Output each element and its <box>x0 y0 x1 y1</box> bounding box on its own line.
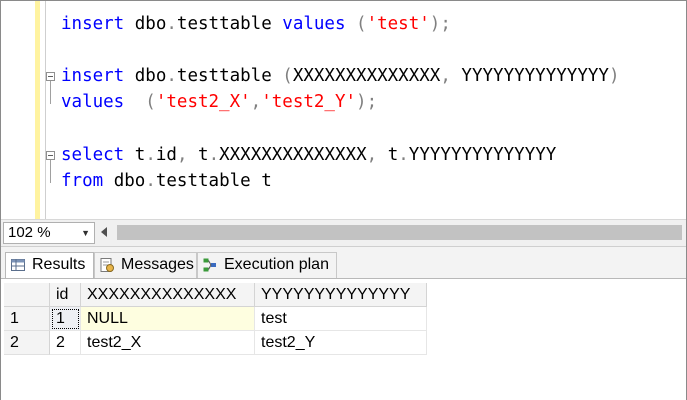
code-token: dbo <box>113 171 146 191</box>
fold-guide <box>50 160 51 183</box>
code-token: values <box>282 14 346 34</box>
code-token: testtable t <box>155 171 272 191</box>
fold-guide <box>50 81 51 104</box>
code-token: insert <box>61 66 125 86</box>
code-token: ( <box>282 66 293 86</box>
code-token: dbo <box>134 14 167 34</box>
gutter-divider <box>45 1 46 219</box>
code-token: dbo <box>134 66 167 86</box>
code-line[interactable]: select t.id, t.XXXXXXXXXXXXXX, t.YYYYYYY… <box>61 143 556 167</box>
code-line[interactable]: values ('test2_X','test2_Y'); <box>61 90 377 114</box>
grid-cell[interactable]: NULL <box>81 307 255 331</box>
grid-cell[interactable]: 1 <box>50 307 81 331</box>
code-token: YYYYYYYYYYYYYY <box>461 66 609 86</box>
query-editor[interactable]: insert dbo.testtable values ('test'); in… <box>1 1 686 219</box>
code-token: 'test2_X' <box>155 92 251 112</box>
code-token: testtable <box>176 14 283 34</box>
code-token: id <box>155 145 177 165</box>
collapse-icon[interactable] <box>46 151 55 160</box>
grid-cell[interactable]: test2_Y <box>255 331 427 355</box>
code-token: YYYYYYYYYYYYYY <box>408 145 557 165</box>
scrollbar-thumb[interactable] <box>117 225 682 240</box>
tab-execution-plan[interactable]: Execution plan <box>197 252 337 278</box>
code-token: XXXXXXXXXXXXXX <box>219 145 367 165</box>
scroll-left-icon[interactable] <box>101 227 107 237</box>
code-token: , <box>366 145 388 165</box>
messages-icon <box>100 258 114 272</box>
grid-cell[interactable]: test2_X <box>81 331 255 355</box>
code-token: 'test' <box>366 14 430 34</box>
code-token: . <box>208 145 220 165</box>
code-token: . <box>398 145 409 165</box>
code-token: XXXXXXXXXXXXXX <box>292 66 441 86</box>
code-token: , <box>176 145 199 165</box>
code-token: . <box>145 171 156 191</box>
change-tracking-margin <box>35 1 40 219</box>
grid-icon <box>11 259 25 271</box>
tab-results[interactable]: Results <box>5 252 94 278</box>
code-token: 'test2_Y' <box>261 92 357 112</box>
tab-label: Results <box>32 256 86 273</box>
code-token: . <box>166 66 177 86</box>
grid-corner[interactable] <box>4 283 50 307</box>
tab-messages[interactable]: Messages <box>94 252 197 278</box>
code-token: ) <box>608 66 620 86</box>
column-header[interactable]: XXXXXXXXXXXXXX <box>81 283 255 307</box>
code-token: . <box>145 145 156 165</box>
code-token: t <box>387 145 399 165</box>
code-token: ); <box>356 92 378 112</box>
tab-label: Messages <box>121 256 194 273</box>
horizontal-scrollbar[interactable] <box>101 223 684 243</box>
code-token: select <box>61 145 125 165</box>
collapse-icon[interactable] <box>46 72 55 81</box>
code-token: ); <box>429 14 451 34</box>
code-line[interactable]: from dbo.testtable t <box>61 169 272 193</box>
chevron-down-icon: ▼ <box>81 228 90 238</box>
code-token: values <box>61 92 125 112</box>
row-number[interactable]: 2 <box>4 331 50 355</box>
code-token: ( <box>134 92 156 112</box>
tab-label: Execution plan <box>224 256 329 273</box>
code-token: . <box>166 14 177 34</box>
grid-cell[interactable]: test <box>255 307 427 331</box>
code-token: , <box>440 66 462 86</box>
zoom-value: 102 % <box>8 224 51 241</box>
grid-cell[interactable]: 2 <box>50 331 81 355</box>
code-token: ( <box>345 14 367 34</box>
results-tab-strip: Results Messages Execution plan <box>1 246 686 279</box>
code-token: from <box>61 171 104 191</box>
results-grid[interactable]: id XXXXXXXXXXXXXX YYYYYYYYYYYYYY 1 1 NUL… <box>1 278 686 400</box>
editor-status-bar: 102 % ▼ <box>1 219 686 246</box>
code-token: insert <box>61 14 125 34</box>
code-token: testtable <box>176 66 283 86</box>
column-header[interactable]: id <box>50 283 81 307</box>
code-line[interactable]: insert dbo.testtable (XXXXXXXXXXXXXX, YY… <box>61 64 619 88</box>
code-token: t <box>134 145 146 165</box>
code-token: , <box>250 92 262 112</box>
column-header[interactable]: YYYYYYYYYYYYYY <box>255 283 427 307</box>
code-token: t <box>198 145 209 165</box>
code-line[interactable]: insert dbo.testtable values ('test'); <box>61 12 451 36</box>
row-number[interactable]: 1 <box>4 307 50 331</box>
execution-plan-icon <box>203 258 216 272</box>
zoom-dropdown[interactable]: 102 % ▼ <box>3 222 95 244</box>
